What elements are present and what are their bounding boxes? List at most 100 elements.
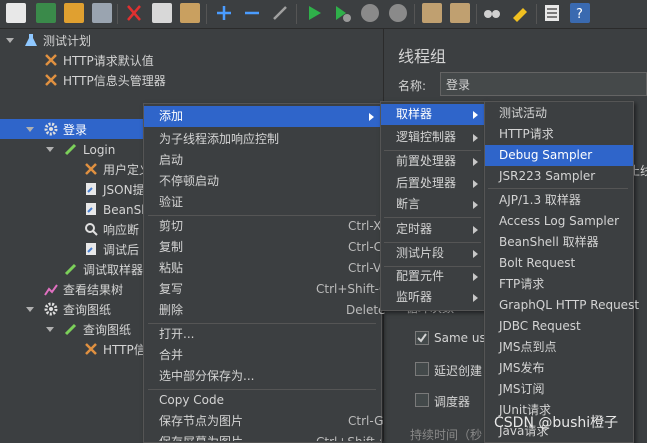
clear-icon[interactable] — [422, 3, 442, 23]
reset-search-icon[interactable] — [510, 3, 530, 23]
sampler-item-http-request[interactable]: HTTP请求 — [485, 124, 633, 145]
cut-icon[interactable] — [124, 3, 144, 23]
same-user-checkbox[interactable] — [415, 331, 429, 345]
tree-node-json-extractor[interactable]: JSON提 — [84, 180, 145, 200]
sampler-item-access-log[interactable]: Access Log Sampler — [485, 211, 633, 232]
menu-item-open[interactable]: 打开... — [144, 324, 381, 345]
pen-icon — [64, 142, 78, 156]
paste-icon[interactable] — [180, 3, 200, 23]
expand-arrow-icon[interactable] — [26, 307, 34, 312]
submenu-item-sampler[interactable]: 取样器 — [381, 104, 485, 125]
sampler-item-jms-p2p[interactable]: JMS点到点 — [485, 337, 633, 358]
sampler-submenu: 测试活动 HTTP请求 Debug Sampler JSR223 Sampler… — [484, 101, 639, 443]
menu-item-paste[interactable]: 粘贴 Ctrl-V — [144, 258, 381, 279]
submenu-item-assertion[interactable]: 断言 — [381, 194, 485, 215]
tree-node-test-plan[interactable]: 测试计划 — [24, 31, 91, 51]
expand-arrow-icon[interactable] — [46, 327, 54, 332]
svg-text:?: ? — [576, 7, 583, 22]
menu-item-save-selection-as[interactable]: 选中部分保存为... — [144, 366, 381, 387]
stop-icon[interactable] — [360, 3, 380, 23]
menu-item-delete[interactable]: 删除 Delete — [144, 300, 385, 321]
start-no-pause-icon[interactable] — [332, 3, 352, 23]
submenu-arrow-icon — [473, 226, 478, 234]
duration-label: 持续时间（秒 — [410, 428, 483, 442]
menu-item-start[interactable]: 启动 — [144, 150, 381, 171]
gear-icon — [44, 122, 58, 136]
menu-item-copy[interactable]: 复制 Ctrl-C — [144, 237, 382, 258]
menu-item-merge[interactable]: 合并 — [144, 345, 381, 366]
scheduler-checkbox[interactable] — [415, 393, 429, 407]
submenu-item-config-element[interactable]: 配置元件 — [381, 266, 485, 287]
sampler-item-graphql[interactable]: GraphQL HTTP Request — [485, 295, 639, 316]
sampler-item-jdbc[interactable]: JDBC Request — [485, 316, 633, 337]
sampler-item-bolt[interactable]: Bolt Request — [485, 253, 633, 274]
submenu-item-logic-controller[interactable]: 逻辑控制器 — [381, 127, 485, 148]
expand-arrow-icon[interactable] — [26, 127, 34, 132]
sampler-item-ajp[interactable]: AJP/1.3 取样器 — [485, 190, 633, 211]
submenu-item-pre-processor[interactable]: 前置处理器 — [381, 151, 485, 172]
tree-node-results-tree[interactable]: 查看结果树 — [44, 280, 123, 300]
function-helper-icon[interactable] — [542, 3, 562, 23]
wrench-icon — [44, 53, 58, 67]
gear-icon — [44, 302, 58, 316]
menu-item-cut[interactable]: 剪切 Ctrl-X — [144, 216, 381, 237]
sampler-item-jms-publish[interactable]: JMS发布 — [485, 358, 633, 379]
expand-arrow-icon[interactable] — [46, 147, 54, 152]
expand-icon[interactable] — [214, 3, 234, 23]
tree-node-beanshell[interactable]: BeanSh — [84, 200, 149, 220]
clear-all-icon[interactable] — [450, 3, 470, 23]
toggle-icon[interactable] — [270, 3, 290, 23]
tree-node-debug-sampler[interactable]: 调试取样器 — [64, 260, 143, 280]
menu-item-copy-code[interactable]: Copy Code — [144, 390, 381, 411]
menu-item-save-screen-image[interactable]: 保存屏幕为图片Ctrl+Shift-G — [144, 432, 381, 441]
name-field[interactable]: 登录 — [440, 72, 647, 96]
open-icon[interactable] — [64, 3, 84, 23]
menu-separator — [488, 188, 628, 189]
test-plan-icon — [24, 33, 38, 47]
tree-node-login-sampler[interactable]: Login — [64, 140, 115, 160]
menu-item-duplicate[interactable]: 复写 Ctrl+Shift-C — [144, 279, 387, 300]
submenu-item-timer[interactable]: 定时器 — [381, 219, 485, 240]
submenu-item-test-fragment[interactable]: 测试片段 — [381, 243, 485, 264]
sampler-item-test-action[interactable]: 测试活动 — [485, 103, 633, 124]
name-label: 名称: — [398, 79, 427, 93]
templates-icon[interactable] — [36, 3, 56, 23]
tree-node-response-assertion[interactable]: 响应断 — [84, 220, 139, 240]
menu-item-start-no-pauses[interactable]: 不停顿启动 — [144, 171, 381, 192]
submenu-item-listener[interactable]: 监听器 — [381, 287, 485, 308]
submenu-item-post-processor[interactable]: 后置处理器 — [381, 173, 485, 194]
tree-node-user-params[interactable]: 用户定义 — [84, 160, 151, 180]
sampler-item-beanshell[interactable]: BeanShell 取样器 — [485, 232, 633, 253]
new-icon[interactable] — [6, 3, 26, 23]
delay-create-label: 延迟创建 — [434, 364, 483, 378]
submenu-arrow-icon — [473, 180, 478, 188]
wrench-icon — [44, 73, 58, 87]
tree-node-http-defaults[interactable]: HTTP请求默认值 — [44, 51, 154, 71]
sampler-item-debug-sampler[interactable]: Debug Sampler — [485, 145, 633, 166]
shutdown-icon[interactable] — [388, 3, 408, 23]
expand-arrow-icon[interactable] — [6, 38, 14, 43]
submenu-arrow-icon — [473, 134, 478, 142]
tree-node-query-sampler[interactable]: 查询图纸 — [64, 320, 131, 340]
document-icon — [84, 182, 98, 196]
delay-create-checkbox[interactable] — [415, 362, 429, 376]
menu-item-add[interactable]: 添加 — [144, 106, 381, 127]
tree-node-query-group[interactable]: 查询图纸 — [44, 300, 111, 320]
menu-item-add-think-times[interactable]: 为子线程添加响应控制 — [144, 129, 381, 150]
search-icon[interactable] — [482, 3, 502, 23]
tree-node-login-group[interactable]: 登录 — [44, 120, 87, 140]
tree-node-header-manager[interactable]: HTTP信息头管理器 — [44, 71, 166, 91]
sampler-item-jsr223[interactable]: JSR223 Sampler — [485, 166, 633, 187]
save-icon[interactable] — [92, 3, 112, 23]
start-icon[interactable] — [304, 3, 324, 23]
wrench-icon — [84, 162, 98, 176]
tree-node-http-config[interactable]: HTTP信 — [84, 340, 146, 360]
collapse-icon[interactable] — [242, 3, 262, 23]
sampler-item-ftp[interactable]: FTP请求 — [485, 274, 633, 295]
tree-node-debug-post[interactable]: 调试后 — [84, 240, 139, 260]
copy-icon[interactable] — [152, 3, 172, 23]
menu-item-save-node-image[interactable]: 保存节点为图片 Ctrl-G — [144, 411, 383, 432]
help-icon[interactable]: ? — [570, 3, 590, 23]
menu-item-validate[interactable]: 验证 — [144, 192, 381, 213]
sampler-item-jms-subscribe[interactable]: JMS订阅 — [485, 379, 633, 400]
